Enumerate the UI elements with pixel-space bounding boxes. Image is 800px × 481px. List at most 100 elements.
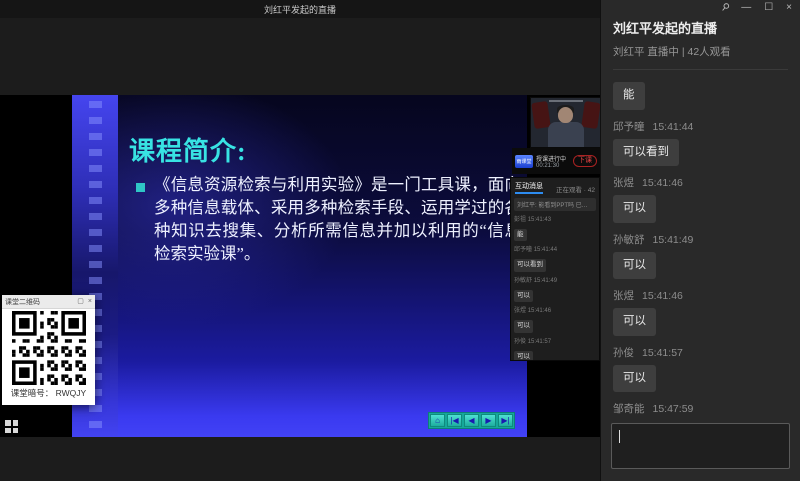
close-icon[interactable]: × [786,3,792,13]
message-time: 15:47:59 [653,403,694,415]
sender-name: 孙俊 [613,347,634,359]
grid-dot [5,420,11,426]
message-time: 15:41:46 [642,177,683,189]
rain-classroom-logo-icon: 雨课堂 [515,155,533,168]
message-time: 15:41:57 [642,347,683,359]
mini-chat-message: 孙俊 15:41:57 可以 [514,336,596,361]
sender-name: 孙敏舒 [613,234,645,246]
mini-message-time: 15:41:44 [534,247,557,253]
class-code-label: 课堂暗号： RWQJY [2,387,95,399]
presenter-webcam-thumbnail [530,97,602,148]
mini-message-meta: 张煜 15:41:46 [514,305,596,314]
message-meta: 邹奇能 15:47:59 [613,401,788,416]
qr-code-image [12,311,86,385]
message-bubble: 可以 [613,308,656,336]
mini-sender-name: 孙俊 [514,339,526,345]
message-bubble: 可以 [613,365,656,393]
chat-message: 邹奇能15:47:59 所以雨课堂只是用来签到的和看PPT的对吗 [613,401,788,419]
chat-message: 能 [613,82,788,110]
grid-apps-icon[interactable] [5,420,18,433]
qr-maximize-button[interactable]: ▢ [77,298,84,305]
chat-message: 邱予曈 15:41:44 可以看到 [613,119,788,167]
mini-message-meta: 孙俊 15:41:57 [514,336,596,345]
grid-dot [13,420,19,426]
main-area: 刘红平发起的直播 课程简介: 《信息资源检索与利用实验》是一门工具课，面向多种信… [0,0,600,481]
slide-body-text: 《信息资源检索与利用实验》是一门工具课，面向多种信息载体、采用多种检索手段、运用… [154,173,521,265]
viewer-count: 正在观看 · 42 [556,184,595,194]
chat-message: 张煜15:41:46 可以 [613,175,788,223]
slide-title: 课程简介: [129,131,247,168]
grid-dot [13,428,19,434]
message-bubble: 能 [613,82,645,110]
qr-window-titlebar[interactable]: 课堂二维码 ▢ × [2,295,95,309]
live-stream-window: 刘红平发起的直播 课程简介: 《信息资源检索与利用实验》是一门工具课，面向多种信… [0,0,800,481]
mini-message-time: 15:41:46 [528,308,551,314]
minimize-icon[interactable]: — [741,3,751,13]
message-meta: 孙俊 15:41:57 [613,345,788,360]
mini-sender-name: 邱予曈 [514,247,532,253]
mini-message-bubble: 可以 [514,351,533,361]
tab-interaction-messages[interactable]: 互动消息 [515,181,543,194]
mini-message-time: 15:41:49 [534,278,557,284]
mini-message-meta: 邱予曈 15:41:44 [514,244,596,253]
chat-sidebar: ⚲ — ☐ × 刘红平发起的直播 刘红平 直播中 | 42人观看 能 邱予曈 15… [600,0,800,481]
chair-left [531,101,550,129]
slide-nav-button[interactable]: ◀ [464,414,479,427]
chat-message-list[interactable]: 能 邱予曈15:41:44 可以看到 张煜15:41:46 可以 孙敏舒15:4… [601,74,800,419]
mini-panel-header: 互动消息 正在观看 · 42 [511,178,599,196]
mini-chat-message: 张煜 15:41:46 可以 [514,305,596,332]
window-title: 刘红平发起的直播 [264,3,336,16]
system-notice: 刘红平: 能看到PPT吗 已发送 [514,198,596,211]
slide-nav-button[interactable]: |◀ [447,414,462,427]
stream-status: 刘红平 直播中 | 42人观看 [613,44,788,70]
message-time: 15:41:49 [653,234,694,246]
maximize-icon[interactable]: ☐ [764,3,773,13]
mini-message-meta: 彭祖 15:41:43 [514,214,596,223]
chat-input[interactable] [611,423,790,469]
window-controls: ⚲ — ☐ × [721,3,792,13]
sender-name: 邹奇能 [613,403,645,415]
ceiling-light [549,100,583,102]
chat-message: 孙俊 15:41:57 可以 [613,345,788,393]
message-meta: 邱予曈 15:41:44 [613,119,788,134]
presenter-body [548,122,584,147]
message-bubble: 可以 [613,252,656,280]
chat-message: 张煜15:41:46 可以 [613,288,788,336]
qr-window-title: 课堂二维码 [5,297,73,307]
live-status-text: 授课进行中 [536,154,573,163]
mini-message-list[interactable]: 彭祖 15:41:43 能 邱予曈 15:41:44 可以看到 孙敏舒 15:4… [511,214,599,361]
mini-sender-name: 彭祖 [514,217,526,223]
presenter-head [558,107,573,123]
live-timer: 00:21:30 [536,163,573,169]
slide-nav-button[interactable]: ⌂ [430,414,445,427]
mini-chat-message: 彭祖 15:41:43 能 [514,214,596,241]
slide-nav-button[interactable]: ▶ [481,414,496,427]
qr-code-area [2,309,95,387]
stream-title: 刘红平发起的直播 [613,18,788,37]
slide-nav-button[interactable]: ▶| [498,414,513,427]
mini-chat-message: 邱予曈 15:41:44 可以看到 [514,244,596,271]
qr-close-button[interactable]: × [88,298,92,305]
chat-message: 孙敏舒 15:41:49 可以 [613,232,788,280]
end-class-button[interactable]: 下课 [573,155,597,167]
mini-message-bubble: 能 [514,229,527,241]
bullet-square-icon [136,183,145,192]
message-time: 15:41:44 [653,121,694,133]
message-bubble: 可以看到 [613,139,679,167]
mini-message-time: 15:41:57 [528,339,551,345]
grid-dot [5,428,11,434]
mini-message-meta: 孙敏舒 15:41:49 [514,275,596,284]
sender-name: 邱予曈 [613,121,645,133]
pin-icon[interactable]: ⚲ [719,2,731,14]
code-label-text: 课堂暗号： [11,388,54,398]
sender-name: 张煜 [613,177,634,189]
message-time: 15:41:46 [642,290,683,302]
mini-sender-name: 孙敏舒 [514,278,532,284]
chair-right [581,101,600,129]
ppt-slide: 课程简介: 《信息资源检索与利用实验》是一门工具课，面向多种信息载体、采用多种检… [72,95,527,437]
message-meta: 孙敏舒 15:41:49 [613,232,788,247]
mini-chat-message: 孙敏舒 15:41:49 可以 [514,275,596,302]
mini-message-bubble: 可以 [514,290,533,302]
message-meta: 张煜15:41:46 [613,288,788,303]
message-meta: 张煜 15:41:46 [613,175,788,190]
